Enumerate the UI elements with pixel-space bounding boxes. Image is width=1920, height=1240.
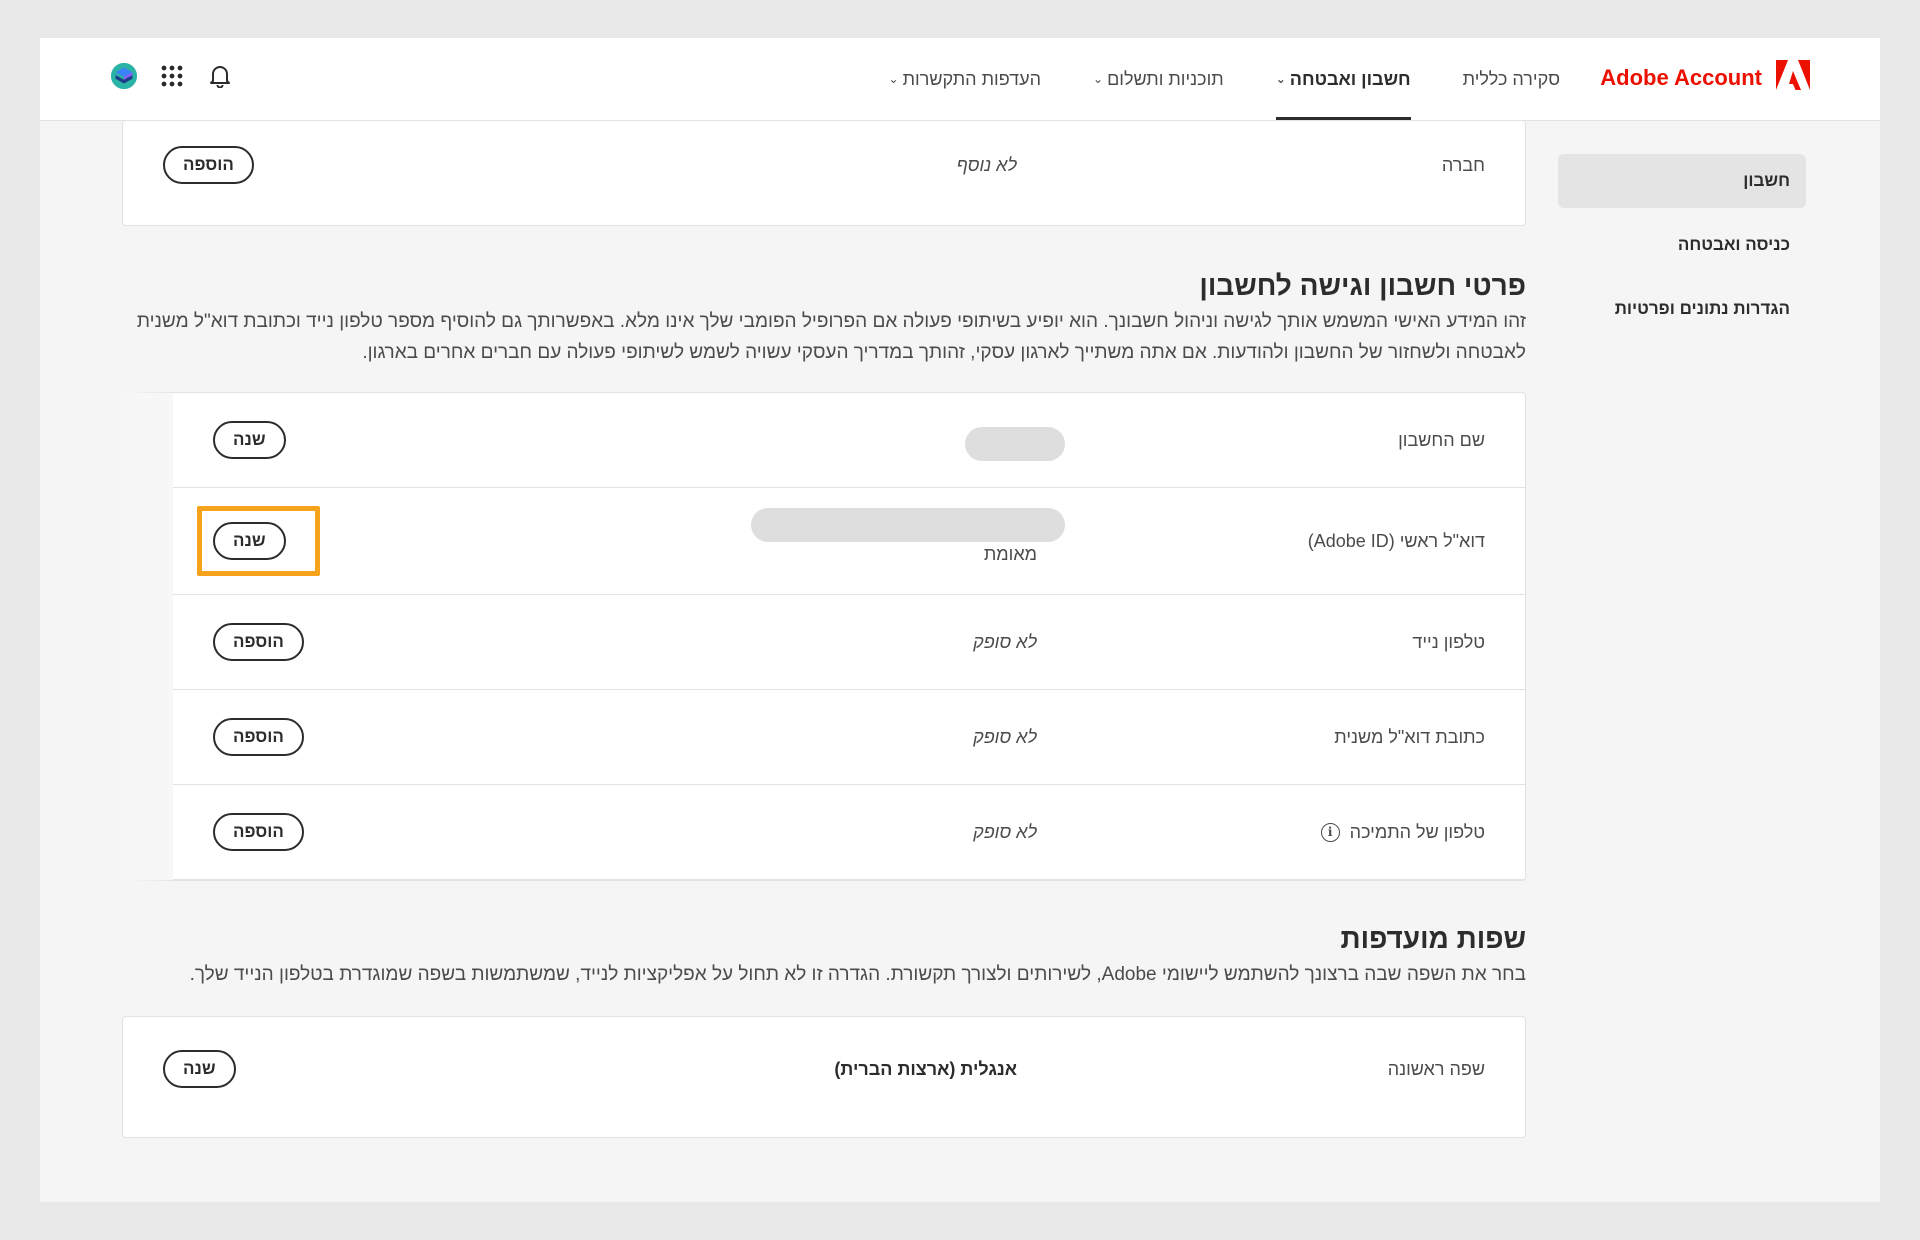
- main-nav: סקירה כללית חשבון ואבטחה ⌄ תוכניות ותשלו…: [889, 38, 1560, 120]
- company-card: חברה לא נוסף הוספה: [122, 120, 1526, 226]
- mobile-phone-row: טלפון נייד לא סופק הוספה: [173, 595, 1525, 690]
- primary-email-label-text: דוא"ל ראשי (Adobe ID): [1307, 530, 1485, 551]
- account-section-description: זהו המידע האישי המשמש אותך לגישה וניהול …: [136, 311, 1526, 363]
- mobile-phone-value: לא סופק: [973, 631, 1037, 652]
- nav-overview-label: סקירה כללית: [1462, 68, 1560, 89]
- account-name-row: שם החשבון שנה: [173, 393, 1525, 488]
- mobile-phone-label: טלפון נייד: [1412, 595, 1485, 689]
- brand-name: Adobe Account: [1600, 64, 1762, 90]
- notification-bell-icon[interactable]: [206, 62, 234, 90]
- nav-account-security-label: חשבון ואבטחה: [1289, 68, 1411, 89]
- primary-language-label-text: שפה ראשונה: [1387, 1058, 1485, 1079]
- account-details-card: שם החשבון שנה דוא"ל ראשי (Adobe ID) מאומ…: [121, 392, 1526, 881]
- nav-communication-prefs-label: העדפות התקשרות: [902, 68, 1041, 89]
- language-card: שפה ראשונה אנגלית (ארצות הברית) שנה: [122, 1016, 1526, 1138]
- support-phone-row: טלפון של התמיכה i לא סופק הוספה: [173, 785, 1525, 880]
- nav-communication-prefs[interactable]: העדפות התקשרות ⌄: [889, 38, 1041, 120]
- account-name-label: שם החשבון: [1398, 393, 1485, 487]
- secondary-email-row: כתובת דוא"ל משנית לא סופק הוספה: [173, 690, 1525, 785]
- account-name-value-placeholder: [965, 427, 1065, 461]
- primary-language-value: אנגלית (ארצות הברית): [834, 1058, 1017, 1079]
- company-label: חברה: [1442, 113, 1485, 217]
- add-secondary-email-button[interactable]: הוספה: [213, 718, 304, 756]
- language-section-description: בחר את השפה שבה ברצונך להשתמש ליישומי Ad…: [189, 964, 1526, 985]
- account-section-title: פרטי חשבון וגישה לחשבון: [1199, 270, 1526, 301]
- secondary-email-value: לא סופק: [973, 726, 1037, 747]
- language-section-header: שפות מועדפות בחר את השפה שבה ברצונך להשת…: [122, 923, 1526, 990]
- nav-account-security[interactable]: חשבון ואבטחה ⌄: [1275, 38, 1411, 120]
- change-language-button[interactable]: שנה: [163, 1050, 236, 1088]
- adobe-logo-icon: [1776, 60, 1810, 95]
- nav-plans-payment[interactable]: תוכניות ותשלום ⌄: [1093, 38, 1224, 120]
- sidebar-item-label: כניסה ואבטחה: [1677, 235, 1790, 254]
- nav-overview[interactable]: סקירה כללית: [1463, 38, 1560, 120]
- change-primary-email-button[interactable]: שנה: [213, 522, 286, 560]
- support-phone-label: טלפון של התמיכה i: [1320, 785, 1485, 879]
- company-value: לא נוסף: [956, 154, 1017, 175]
- account-section-header: פרטי חשבון וגישה לחשבון זהו המידע האישי …: [122, 270, 1526, 368]
- primary-email-value-placeholder: [751, 508, 1065, 542]
- chevron-down-icon: ⌄: [1275, 72, 1286, 86]
- account-name-label-text: שם החשבון: [1398, 429, 1485, 450]
- secondary-email-label-text: כתובת דוא"ל משנית: [1334, 726, 1485, 747]
- app-window: סקירה כללית חשבון ואבטחה ⌄ תוכניות ותשלו…: [40, 38, 1880, 1202]
- chevron-down-icon: ⌄: [1093, 72, 1104, 86]
- add-mobile-phone-button[interactable]: הוספה: [213, 623, 304, 661]
- support-phone-value: לא סופק: [973, 821, 1037, 842]
- info-icon[interactable]: i: [1320, 822, 1340, 842]
- nav-plans-payment-label: תוכניות ותשלום: [1107, 68, 1224, 89]
- email-verified-status: מאומת: [983, 544, 1037, 564]
- sidebar-item-sign-in-security[interactable]: כניסה ואבטחה: [1558, 218, 1806, 272]
- primary-language-label: שפה ראשונה: [1388, 1017, 1485, 1121]
- sidebar-item-account[interactable]: חשבון: [1558, 154, 1806, 208]
- sidebar: חשבון כניסה ואבטחה הגדרות נתונים ופרטיות: [1558, 154, 1806, 346]
- add-support-phone-button[interactable]: הוספה: [213, 813, 304, 851]
- primary-email-label: דוא"ל ראשי (Adobe ID): [1308, 488, 1485, 594]
- brand[interactable]: Adobe Account: [1600, 60, 1810, 95]
- top-header: סקירה כללית חשבון ואבטחה ⌄ תוכניות ותשלו…: [40, 38, 1880, 121]
- apps-grid-icon[interactable]: [158, 62, 186, 90]
- company-row: חברה לא נוסף הוספה: [123, 121, 1525, 225]
- language-section-title: שפות מועדפות: [1340, 923, 1526, 954]
- change-account-name-button[interactable]: שנה: [213, 421, 286, 459]
- primary-email-row: דוא"ל ראשי (Adobe ID) מאומת שנה: [173, 488, 1525, 595]
- main-content: חברה לא נוסף הוספה פרטי חשבון וגישה לחשב…: [121, 120, 1526, 1138]
- header-utilities: [110, 62, 234, 90]
- sidebar-item-data-privacy[interactable]: הגדרות נתונים ופרטיות: [1558, 282, 1806, 336]
- sidebar-item-label: חשבון: [1743, 171, 1790, 190]
- support-phone-label-text: טלפון של התמיכה: [1349, 821, 1485, 842]
- avatar-icon[interactable]: [110, 62, 138, 90]
- company-label-text: חברה: [1441, 154, 1485, 175]
- chevron-down-icon: ⌄: [888, 72, 899, 86]
- mobile-phone-label-text: טלפון נייד: [1412, 631, 1485, 652]
- primary-language-row: שפה ראשונה אנגלית (ארצות הברית) שנה: [123, 1017, 1525, 1121]
- add-company-button[interactable]: הוספה: [163, 146, 254, 184]
- sidebar-item-label: הגדרות נתונים ופרטיות: [1614, 299, 1790, 318]
- secondary-email-label: כתובת דוא"ל משנית: [1334, 690, 1485, 784]
